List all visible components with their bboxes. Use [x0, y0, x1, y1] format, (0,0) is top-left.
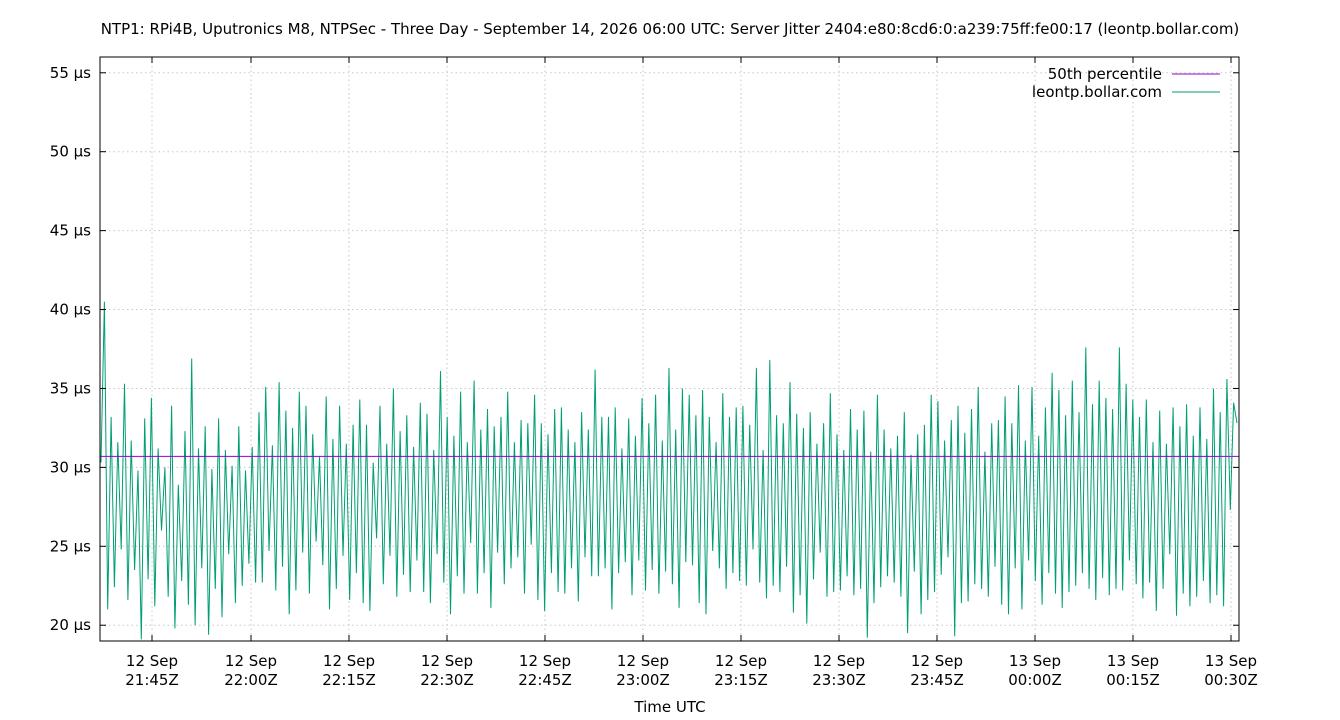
legend-label: 50th percentile	[1048, 65, 1162, 83]
y-tick-label: 25 µs	[50, 537, 91, 555]
x-tick-time-label: 00:00Z	[1008, 671, 1062, 689]
x-tick-time-label: 21:45Z	[125, 671, 179, 689]
x-tick-time-label: 23:30Z	[812, 671, 866, 689]
x-tick-day-label: 13 Sep	[1205, 652, 1257, 670]
x-tick-day-label: 12 Sep	[715, 652, 767, 670]
y-tick-label: 35 µs	[50, 379, 91, 397]
y-tick-label: 50 µs	[50, 143, 91, 161]
x-tick-time-label: 23:45Z	[910, 671, 964, 689]
x-tick-day-label: 12 Sep	[519, 652, 571, 670]
y-tick-label: 30 µs	[50, 458, 91, 476]
chart-title: NTP1: RPi4B, Uputronics M8, NTPSec - Thr…	[101, 20, 1240, 38]
x-tick-day-label: 12 Sep	[421, 652, 473, 670]
x-tick-time-label: 00:30Z	[1204, 671, 1258, 689]
x-tick-day-label: 12 Sep	[813, 652, 865, 670]
x-tick-day-label: 12 Sep	[126, 652, 178, 670]
x-axis-label: Time UTC	[633, 698, 705, 716]
x-tick-time-label: 22:15Z	[322, 671, 376, 689]
x-tick-time-label: 00:15Z	[1106, 671, 1160, 689]
x-tick-time-label: 22:30Z	[420, 671, 474, 689]
y-tick-label: 55 µs	[50, 64, 91, 82]
x-tick-day-label: 12 Sep	[323, 652, 375, 670]
y-tick-label: 45 µs	[50, 222, 91, 240]
y-tick-label: 40 µs	[50, 301, 91, 319]
x-tick-time-label: 22:45Z	[518, 671, 572, 689]
series-line-leontp	[100, 301, 1238, 640]
x-tick-time-label: 23:15Z	[714, 671, 768, 689]
series-layer	[100, 301, 1239, 640]
x-tick-day-label: 13 Sep	[1107, 652, 1159, 670]
x-tick-time-label: 22:00Z	[224, 671, 278, 689]
legend-label: leontp.bollar.com	[1032, 83, 1162, 101]
y-tick-label: 20 µs	[50, 616, 91, 634]
jitter-chart: NTP1: RPi4B, Uputronics M8, NTPSec - Thr…	[50, 20, 1258, 716]
legend: 50th percentileleontp.bollar.com	[1032, 65, 1220, 101]
x-tick-time-label: 23:00Z	[616, 671, 670, 689]
x-tick-day-label: 12 Sep	[225, 652, 277, 670]
x-tick-day-label: 12 Sep	[911, 652, 963, 670]
x-tick-day-label: 13 Sep	[1009, 652, 1061, 670]
x-tick-day-label: 12 Sep	[617, 652, 669, 670]
